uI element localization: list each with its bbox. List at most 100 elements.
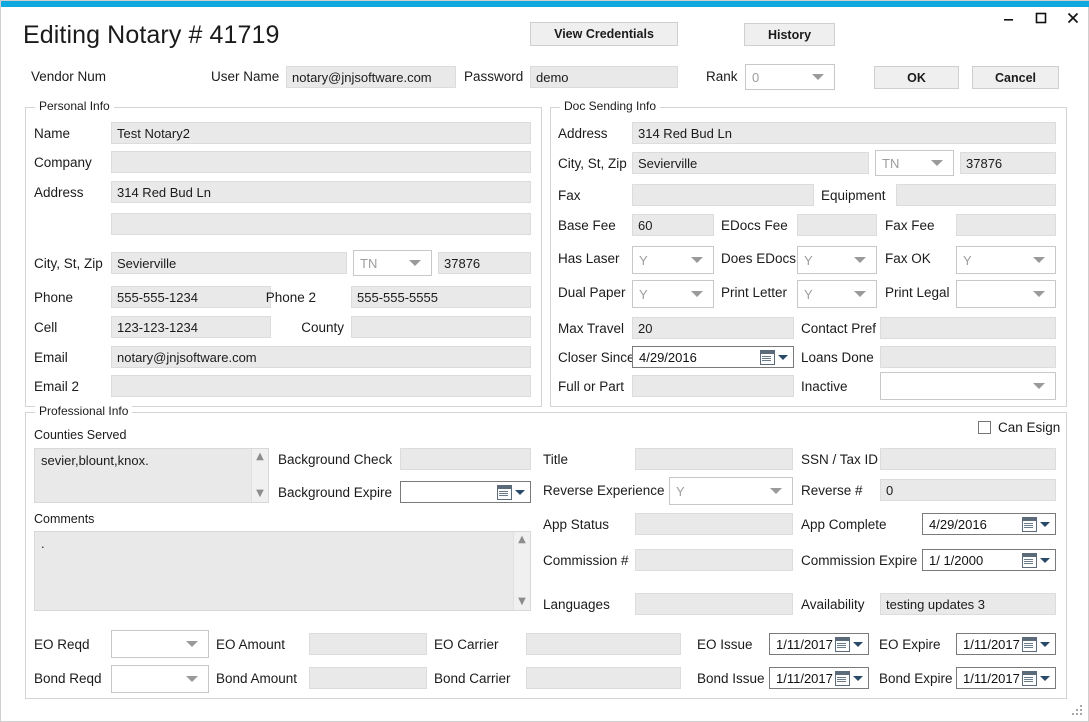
comments-textarea[interactable]: . ▲ ▼ (34, 531, 531, 611)
view-credentials-button[interactable]: View Credentials (530, 22, 678, 46)
app-status-input[interactable] (635, 513, 793, 535)
personal-company-label: Company (34, 154, 92, 172)
rank-dropdown[interactable]: 0 (745, 64, 835, 90)
ok-button[interactable]: OK (874, 66, 959, 89)
doc-contact-pref-input[interactable] (880, 317, 1056, 339)
commission-num-label: Commission # (543, 552, 629, 570)
doc-sending-info-title: Doc Sending Info (560, 99, 660, 113)
window-titlebar (1, 1, 1089, 7)
eo-amount-label: EO Amount (216, 636, 285, 654)
close-icon[interactable] (1064, 9, 1082, 27)
personal-state-dropdown[interactable]: TN (353, 250, 432, 276)
counties-served-listbox[interactable]: sevier,blount,knox. ▲ ▼ (34, 448, 269, 503)
doc-inactive-dropdown[interactable] (880, 372, 1056, 400)
chevron-down-icon (1040, 676, 1050, 681)
user-name-label: User Name (211, 68, 279, 86)
eo-expire-datepicker[interactable]: 1/11/2017 (956, 633, 1056, 655)
chevron-down-icon[interactable]: ▼ (518, 597, 526, 607)
eo-reqd-dropdown[interactable] (111, 630, 209, 658)
personal-email-input[interactable]: notary@jnjsoftware.com (111, 346, 531, 368)
bond-expire-datepicker[interactable]: 1/11/2017 (956, 667, 1056, 689)
app-complete-datepicker[interactable]: 4/29/2016 (922, 513, 1056, 535)
counties-served-scrollbar[interactable]: ▲ ▼ (251, 449, 268, 502)
reverse-num-input[interactable]: 0 (880, 479, 1056, 501)
personal-zip-input[interactable]: 37876 (438, 252, 531, 274)
doc-fax-input[interactable] (632, 184, 814, 206)
doc-city-label: City, St, Zip (558, 155, 627, 173)
title-input[interactable] (635, 448, 793, 470)
doc-base-fee-input[interactable]: 60 (632, 214, 714, 236)
chevron-up-icon[interactable]: ▲ (256, 452, 264, 462)
commission-expire-datepicker[interactable]: 1/ 1/2000 (922, 549, 1056, 571)
doc-loans-done-input[interactable] (880, 346, 1056, 368)
doc-dual-paper-dropdown[interactable]: Y (632, 280, 714, 308)
maximize-icon[interactable] (1032, 9, 1050, 27)
checkbox-box-icon[interactable] (978, 421, 991, 434)
personal-name-input[interactable]: Test Notary2 (111, 122, 531, 144)
history-button[interactable]: History (744, 23, 835, 46)
personal-address2-input[interactable] (111, 213, 531, 235)
personal-cell-label: Cell (34, 319, 57, 337)
eo-amount-input[interactable] (309, 633, 427, 655)
doc-equipment-input[interactable] (896, 184, 1056, 206)
background-expire-datepicker[interactable] (400, 481, 531, 503)
doc-state-dropdown[interactable]: TN (875, 150, 954, 176)
eo-issue-value: 1/11/2017 (776, 637, 835, 652)
chevron-down-icon (853, 642, 863, 647)
personal-company-input[interactable] (111, 151, 531, 173)
doc-print-letter-value: Y (804, 287, 854, 302)
doc-print-legal-dropdown[interactable] (956, 280, 1056, 308)
doc-does-edocs-dropdown[interactable]: Y (797, 246, 877, 274)
doc-zip-input[interactable]: 37876 (960, 152, 1056, 174)
personal-name-label: Name (34, 125, 70, 143)
can-esign-checkbox[interactable]: Can Esign (978, 420, 1060, 435)
commission-num-input[interactable] (635, 549, 793, 571)
chevron-down-icon (854, 291, 866, 297)
password-input[interactable]: demo (530, 66, 678, 88)
doc-fax-ok-dropdown[interactable]: Y (956, 246, 1056, 274)
comments-value: . (41, 536, 45, 551)
eo-issue-label: EO Issue (697, 636, 753, 654)
availability-label: Availability (801, 596, 865, 614)
doc-fax-fee-input[interactable] (956, 214, 1056, 236)
bond-amount-input[interactable] (309, 667, 427, 689)
bond-reqd-dropdown[interactable] (111, 665, 209, 693)
counties-served-label: Counties Served (34, 426, 126, 444)
eo-issue-datepicker[interactable]: 1/11/2017 (769, 633, 869, 655)
personal-phone2-input[interactable]: 555-555-5555 (351, 286, 531, 308)
personal-city-input[interactable]: Sevierville (111, 252, 347, 274)
languages-input[interactable] (635, 593, 793, 615)
doc-edocs-fee-input[interactable] (797, 214, 877, 236)
doc-full-or-part-input[interactable] (632, 375, 794, 397)
cancel-button[interactable]: Cancel (972, 66, 1059, 89)
availability-input[interactable]: testing updates 3 (880, 593, 1056, 615)
doc-print-letter-dropdown[interactable]: Y (797, 280, 877, 308)
counties-served-value: sevier,blount,knox. (41, 453, 149, 468)
personal-county-input[interactable] (351, 316, 531, 338)
resize-grip[interactable] (1072, 705, 1084, 717)
ssn-tax-id-input[interactable] (880, 448, 1056, 470)
chevron-down-icon (1040, 522, 1050, 527)
background-check-input[interactable] (400, 448, 531, 470)
reverse-experience-dropdown[interactable]: Y (669, 477, 793, 505)
doc-city-input[interactable]: Sevierville (632, 152, 869, 174)
doc-closer-since-datepicker[interactable]: 4/29/2016 (632, 346, 794, 368)
personal-email2-input[interactable] (111, 375, 531, 397)
doc-address-input[interactable]: 314 Red Bud Ln (632, 122, 1056, 144)
chevron-down-icon (812, 74, 824, 80)
minimize-icon[interactable] (1000, 9, 1018, 27)
user-name-input[interactable]: notary@jnjsoftware.com (286, 66, 456, 88)
chevron-down-icon[interactable]: ▼ (256, 489, 264, 499)
doc-state-value: TN (882, 156, 931, 171)
eo-carrier-input[interactable] (526, 633, 681, 655)
doc-max-travel-input[interactable]: 20 (632, 317, 794, 339)
chevron-up-icon[interactable]: ▲ (518, 535, 526, 545)
comments-scrollbar[interactable]: ▲ ▼ (513, 532, 530, 610)
personal-address-input[interactable]: 314 Red Bud Ln (111, 181, 531, 203)
personal-county-label: County (201, 319, 344, 337)
bond-carrier-input[interactable] (526, 667, 681, 689)
bond-expire-label: Bond Expire (879, 670, 953, 688)
doc-has-laser-dropdown[interactable]: Y (632, 246, 714, 274)
bond-issue-datepicker[interactable]: 1/11/2017 (769, 667, 869, 689)
doc-print-legal-label: Print Legal (885, 284, 950, 302)
